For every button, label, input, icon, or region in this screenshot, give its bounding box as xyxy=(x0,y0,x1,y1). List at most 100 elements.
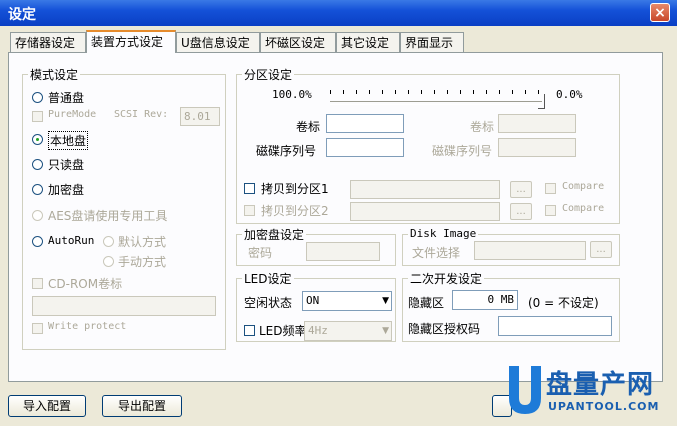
check-copy1[interactable] xyxy=(244,183,255,194)
label-puremode: PureMode xyxy=(48,109,97,120)
copy1-browse-button[interactable]: ... xyxy=(510,181,532,198)
label-readonly: 只读盘 xyxy=(48,158,85,172)
hidden-area-value: 0 MB xyxy=(487,293,515,306)
slider-tick xyxy=(382,90,383,94)
watermark-text: 盘量产网 xyxy=(546,370,655,400)
watermark-u-logo-icon xyxy=(509,366,541,414)
led-freq-select[interactable]: 4Hz ▼ xyxy=(304,321,392,341)
tab-display[interactable]: 界面显示 xyxy=(400,32,464,52)
serial-input[interactable] xyxy=(326,138,404,157)
tab-bad-sector[interactable]: 坏磁区设定 xyxy=(260,32,336,52)
tab-udisk-info[interactable]: U盘信息设定 xyxy=(176,32,260,52)
partition-slider-thumb[interactable] xyxy=(538,94,545,109)
label-hidden-area: 隐藏区 xyxy=(408,296,445,310)
label-volume-2: 卷标 xyxy=(470,120,495,134)
volume-input-2[interactable] xyxy=(498,114,576,133)
disk-image-input[interactable] xyxy=(474,241,586,260)
partition-group-title: 分区设定 xyxy=(242,66,295,83)
radio-manual[interactable] xyxy=(103,256,114,267)
slider-tick xyxy=(512,90,513,94)
check-compare1[interactable] xyxy=(545,183,556,194)
slider-tick xyxy=(395,90,396,94)
partition-left-pct: 100.0% xyxy=(272,88,312,101)
led-group-title: LED设定 xyxy=(242,270,294,287)
slider-tick xyxy=(525,90,526,94)
radio-autorun[interactable] xyxy=(32,236,43,247)
watermark-url: UPANTOOL.COM xyxy=(548,400,660,413)
label-password: 密码 xyxy=(248,246,273,260)
encrypt-group-title: 加密盘设定 xyxy=(242,226,307,243)
disk-image-browse-button[interactable]: ... xyxy=(590,241,612,258)
dev-group-title: 二次开发设定 xyxy=(408,270,485,287)
slider-tick xyxy=(499,90,500,94)
chevron-down-icon: ▼ xyxy=(382,326,389,336)
slider-tick xyxy=(434,90,435,94)
label-cdrom: CD-ROM卷标 xyxy=(48,277,123,291)
idle-state-value: ON xyxy=(306,294,320,307)
partition-right-pct: 0.0% xyxy=(556,88,583,101)
slider-tick xyxy=(473,90,474,94)
scsi-rev-input[interactable]: 8.01 xyxy=(180,107,220,126)
title-bar xyxy=(0,0,677,26)
auth-code-input[interactable] xyxy=(498,316,612,336)
slider-tick xyxy=(447,90,448,94)
check-copy2[interactable] xyxy=(244,205,255,216)
slider-tick xyxy=(486,90,487,94)
label-serial: 磁碟序列号 xyxy=(256,144,317,158)
radio-local[interactable] xyxy=(32,134,43,145)
hidden-area-note: (0 = 不设定) xyxy=(528,296,599,310)
label-manual: 手动方式 xyxy=(118,255,167,269)
label-scsi-rev: SCSI Rev: xyxy=(114,109,169,120)
slider-tick xyxy=(343,90,344,94)
radio-readonly[interactable] xyxy=(32,159,43,170)
check-cdrom[interactable] xyxy=(32,278,43,289)
led-freq-value: 4Hz xyxy=(308,324,328,337)
label-serial-2: 磁碟序列号 xyxy=(432,144,493,158)
copy2-browse-button[interactable]: ... xyxy=(510,203,532,220)
idle-state-select[interactable]: ON ▼ xyxy=(302,291,392,311)
copy1-path-input[interactable] xyxy=(350,180,500,199)
slider-tick xyxy=(356,90,357,94)
label-file-select: 文件选择 xyxy=(412,246,461,260)
volume-input[interactable] xyxy=(326,114,404,133)
label-copy1: 拷贝到分区1 xyxy=(261,182,329,196)
slider-tick xyxy=(460,90,461,94)
serial-input-2[interactable] xyxy=(498,138,576,157)
mode-group-title: 模式设定 xyxy=(28,66,81,83)
tab-storage[interactable]: 存储器设定 xyxy=(10,32,86,52)
scsi-rev-value: 8.01 xyxy=(184,110,211,123)
import-config-button[interactable]: 导入配置 xyxy=(8,395,86,417)
label-auth-code: 隐藏区授权码 xyxy=(408,322,481,336)
slider-tick xyxy=(421,90,422,94)
label-led-freq: LED频率 xyxy=(259,324,307,338)
slider-tick xyxy=(408,90,409,94)
radio-aes[interactable] xyxy=(32,210,43,221)
check-puremode[interactable] xyxy=(32,111,43,122)
disk-image-group-title: Disk Image xyxy=(408,227,479,240)
export-config-button[interactable]: 导出配置 xyxy=(102,395,182,417)
radio-normal[interactable] xyxy=(32,92,43,103)
radio-default[interactable] xyxy=(103,236,114,247)
label-write-protect: Write protect xyxy=(48,321,127,332)
slider-tick xyxy=(369,90,370,94)
label-encrypt: 加密盘 xyxy=(48,183,85,197)
label-aes: AES盘请使用专用工具 xyxy=(48,209,168,223)
label-copy2: 拷贝到分区2 xyxy=(261,204,329,218)
tab-other[interactable]: 其它设定 xyxy=(336,32,400,52)
label-local: 本地盘 xyxy=(48,131,89,150)
window-title: 设定 xyxy=(8,7,36,23)
label-default: 默认方式 xyxy=(118,235,167,249)
tab-device-mode[interactable]: 装置方式设定 xyxy=(86,30,176,53)
cdrom-input[interactable] xyxy=(32,296,216,316)
label-compare1: Compare xyxy=(562,181,605,192)
label-compare2: Compare xyxy=(562,203,605,214)
check-led-freq[interactable] xyxy=(244,325,255,336)
check-compare2[interactable] xyxy=(545,205,556,216)
check-write-protect[interactable] xyxy=(32,323,43,334)
label-idle-state: 空闲状态 xyxy=(244,296,293,310)
close-button[interactable]: × xyxy=(650,3,670,22)
radio-encrypt[interactable] xyxy=(32,184,43,195)
copy2-path-input[interactable] xyxy=(350,202,500,221)
password-input[interactable] xyxy=(306,242,380,261)
hidden-area-input[interactable]: 0 MB xyxy=(452,290,518,310)
